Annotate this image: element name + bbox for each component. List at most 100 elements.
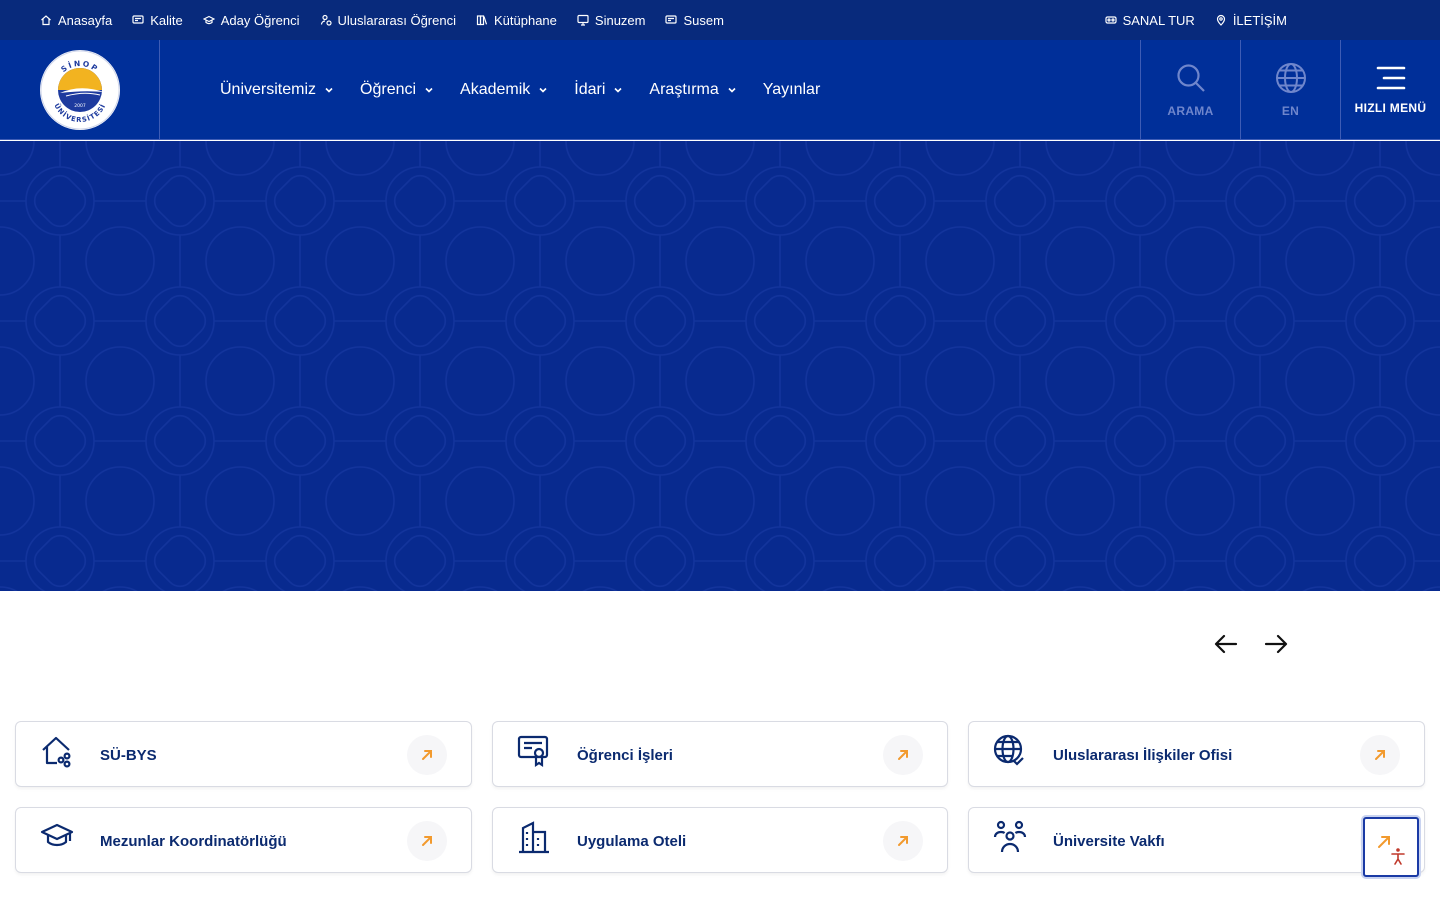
- nav-item-idari[interactable]: İdari: [574, 81, 623, 99]
- top-link-kutuphane[interactable]: Kütüphane: [476, 13, 557, 28]
- search-icon: [1176, 64, 1205, 92]
- arrow-left-icon: [1214, 634, 1238, 654]
- top-link-susem[interactable]: Susem: [665, 12, 724, 28]
- globe-icon: [1275, 63, 1306, 93]
- arrow-up-right-icon: [898, 836, 908, 846]
- quick-link-label: Öğrenci İşleri: [577, 746, 673, 764]
- top-link-label: Aday Öğrenci: [220, 12, 300, 28]
- hamburger-menu-icon: [1376, 66, 1405, 90]
- top-link-aday-ogrenci[interactable]: Aday Öğrenci: [202, 12, 300, 28]
- building-icon: [519, 821, 549, 854]
- search-button[interactable]: ARAMA: [1140, 40, 1240, 140]
- quick-links-grid: SÜ-BYS Öğrenci İşleri Uluslararası İlişk…: [15, 721, 1425, 873]
- slider-controls: [1214, 630, 1288, 658]
- books-icon: [476, 15, 488, 26]
- hero-pattern: [0, 141, 1440, 591]
- quick-link-mezunlar[interactable]: Mezunlar Koordinatörlüğü: [15, 807, 472, 873]
- nav-item-label: Akademik: [460, 81, 531, 98]
- quick-link-go: [883, 735, 923, 775]
- top-link-anasayfa[interactable]: Anasayfa: [40, 13, 112, 28]
- user-globe-icon: [320, 14, 332, 26]
- nav-item-label: Yayınlar: [762, 81, 821, 98]
- quick-link-label: Mezunlar Koordinatörlüğü: [100, 832, 287, 850]
- quick-link-label: Üniversite Vakfı: [1053, 832, 1165, 850]
- arrow-up-right-icon: [422, 750, 432, 760]
- chevron-down-icon: [425, 87, 433, 93]
- top-link-sanal-tur[interactable]: SANAL TUR: [1104, 12, 1195, 28]
- top-link-label: Uluslararası Öğrenci: [337, 12, 457, 28]
- home-share-icon: [42, 736, 71, 768]
- quick-link-su-bys[interactable]: SÜ-BYS: [15, 721, 472, 787]
- graduation-cap-icon: [40, 823, 74, 847]
- main-nav: Üniversitemiz Öğrenci Akademik İdari Ara…: [220, 40, 820, 140]
- top-link-label: İLETİŞİM: [1232, 12, 1287, 28]
- quick-link-label: Uygulama Oteli: [577, 832, 687, 850]
- nav-item-label: Araştırma: [649, 81, 719, 98]
- university-logo: SİNOP ÜNİVERSİTESİ 2007: [39, 50, 120, 130]
- nav-item-akademik[interactable]: Akademik: [460, 81, 548, 99]
- top-right-links: SANAL TUR İLETİŞİM: [1104, 0, 1287, 40]
- chevron-down-icon: [325, 87, 333, 93]
- graduation-cap-icon: [202, 15, 215, 25]
- globe-check-icon: [993, 734, 1024, 766]
- arrow-up-right-icon: [898, 750, 908, 760]
- certificate-icon: [517, 735, 549, 768]
- quick-menu-label: HIZLI MENÜ: [1354, 101, 1427, 115]
- quick-link-uluslararasi-iliskiler[interactable]: Uluslararası İlişkiler Ofisi: [968, 721, 1425, 787]
- top-link-label: Susem: [683, 12, 724, 28]
- quick-link-universite-vakfi[interactable]: Üniversite Vakfı: [968, 807, 1425, 873]
- monitor-icon: [577, 14, 589, 26]
- nav-item-ogrenci[interactable]: Öğrenci: [360, 81, 434, 99]
- top-link-sinuzem[interactable]: Sinuzem: [577, 12, 646, 28]
- logo-year: 2007: [74, 103, 86, 109]
- language-button-label: EN: [1281, 104, 1300, 118]
- slider-prev-button[interactable]: [1214, 630, 1238, 658]
- nav-item-label: Öğrenci: [360, 81, 417, 98]
- nav-item-label: İdari: [574, 81, 606, 98]
- quick-link-uygulama-oteli[interactable]: Uygulama Oteli: [492, 807, 948, 873]
- arrow-up-right-icon: [1375, 750, 1385, 760]
- top-link-iletisim[interactable]: İLETİŞİM: [1215, 13, 1287, 28]
- arrow-up-right-icon: [422, 836, 432, 846]
- university-seal-icon: SİNOP ÜNİVERSİTESİ 2007: [40, 50, 119, 130]
- certificate-icon: [132, 15, 144, 24]
- top-bar: Anasayfa Kalite Aday Öğrenci Uluslararas…: [0, 0, 1440, 40]
- quick-link-label: SÜ-BYS: [100, 746, 157, 764]
- chevron-down-icon: [614, 87, 622, 93]
- people-group-icon: [993, 820, 1027, 853]
- quick-link-label: Uluslararası İlişkiler Ofisi: [1053, 746, 1233, 764]
- quick-link-go: [407, 735, 447, 775]
- slider-next-button[interactable]: [1264, 630, 1288, 658]
- home-icon: [41, 15, 51, 26]
- nav-item-universitemiz[interactable]: Üniversitemiz: [220, 81, 334, 99]
- top-link-kalite[interactable]: Kalite: [132, 13, 183, 28]
- quick-link-go: [1360, 735, 1400, 775]
- nav-item-yayinlar[interactable]: Yayınlar: [763, 81, 821, 99]
- chevron-down-icon: [539, 87, 547, 93]
- accessibility-button[interactable]: [1363, 817, 1419, 877]
- top-link-label: Kalite: [150, 12, 183, 28]
- top-link-label: Sinuzem: [594, 12, 646, 28]
- arrow-right-icon: [1264, 634, 1288, 654]
- language-button[interactable]: EN: [1240, 40, 1340, 140]
- quick-link-ogrenci-isleri[interactable]: Öğrenci İşleri: [492, 721, 948, 787]
- certificate-icon: [665, 15, 678, 24]
- accessibility-icon: [1378, 836, 1405, 865]
- top-link-label: Kütüphane: [494, 12, 557, 28]
- logo-link[interactable]: SİNOP ÜNİVERSİTESİ 2007: [0, 40, 160, 140]
- nav-item-arastirma[interactable]: Araştırma: [649, 81, 736, 99]
- top-links: Anasayfa Kalite Aday Öğrenci Uluslararas…: [40, 0, 724, 40]
- quick-menu-button[interactable]: HIZLI MENÜ: [1340, 40, 1440, 140]
- location-pin-icon: [1216, 14, 1225, 26]
- nav-item-label: Üniversitemiz: [220, 81, 317, 98]
- quick-link-go: [883, 821, 923, 861]
- search-button-label: ARAMA: [1167, 104, 1214, 118]
- main-header: SİNOP ÜNİVERSİTESİ 2007 Üniversitemiz Öğ…: [0, 40, 1440, 140]
- quick-link-go: [407, 821, 447, 861]
- chevron-down-icon: [728, 87, 736, 93]
- top-link-uluslararasi-ogrenci[interactable]: Uluslararası Öğrenci: [320, 12, 457, 28]
- top-link-label: SANAL TUR: [1122, 12, 1195, 28]
- top-link-label: Anasayfa: [58, 12, 113, 28]
- vr-glasses-icon: [1104, 16, 1117, 24]
- hero-slider: [0, 141, 1440, 591]
